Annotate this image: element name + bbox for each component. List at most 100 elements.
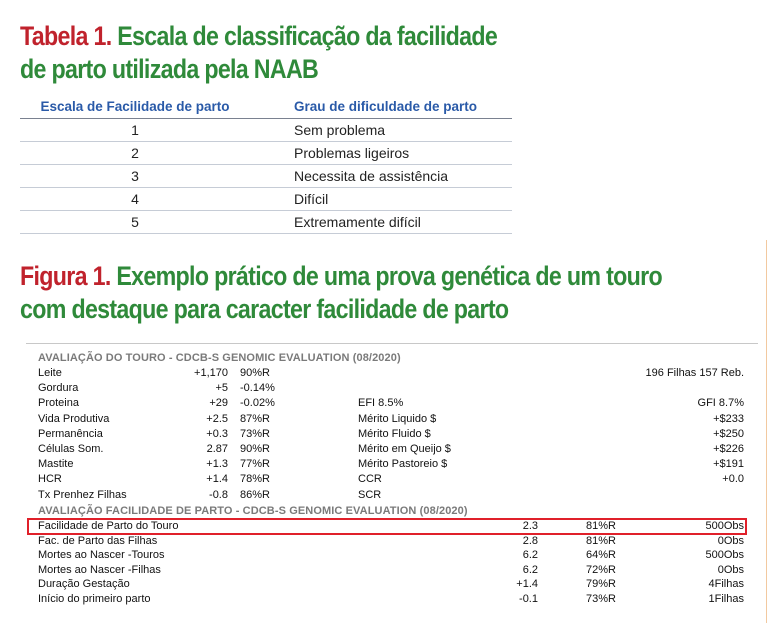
calving-trait-value: 2.8 <box>522 534 538 547</box>
table1-cell-scale: 2 <box>131 145 139 161</box>
table1-header-row: Escala de Facilidade de parto Grau de di… <box>20 94 512 119</box>
table1-cell-degree: Difícil <box>294 191 329 207</box>
table1-cell-degree: Problemas ligeiros <box>294 145 410 161</box>
calving-trait-observations: 4Filhas <box>708 578 744 591</box>
trait-reliability: 87%R <box>240 412 270 425</box>
table1-cell-degree: Extremamente difícil <box>294 214 421 230</box>
calving-trait-name: Mortes ao Nascer -Touros <box>38 549 165 562</box>
calving-trait-reliability: 81%R <box>586 534 616 547</box>
calving-trait-observations: 0Obs <box>717 563 744 576</box>
trait-reliability: -0.02% <box>240 397 275 410</box>
figure1-heading: Figura 1. Exemplo prático de uma prova g… <box>20 260 663 326</box>
trait-name: Mastite <box>38 458 74 471</box>
trait-value: -0.8 <box>209 488 228 501</box>
panel-top-divider <box>26 343 758 344</box>
table1-col-degree: Grau de dificuldade de parto <box>294 98 478 114</box>
calving-trait-reliability: 72%R <box>586 563 616 576</box>
table1-cell-degree: Necessita de assistência <box>294 168 449 184</box>
table-row: Fac. de Parto das Filhas 2.8 81%R 0Obs <box>26 535 758 549</box>
figure1-heading-line2: com destaque para caracter facilidade de… <box>20 294 509 324</box>
calving-trait-name: Início do primeiro parto <box>38 593 151 605</box>
table-row: Gordura +5 -0.14% <box>26 382 758 396</box>
calving-trait-reliability: 73%R <box>586 593 616 605</box>
calving-trait-value: 6.2 <box>522 563 538 576</box>
table1-cell-scale: 3 <box>131 168 139 184</box>
trait-name: Tx Prenhez Filhas <box>38 488 127 501</box>
table1-heading: Tabela 1. Escala de classificação da fac… <box>20 20 498 86</box>
calving-trait-value: +1.4 <box>516 578 538 591</box>
index-value: +0.0 <box>722 473 744 486</box>
table1-cell-scale: 4 <box>131 191 139 207</box>
table-row: Tx Prenhez Filhas -0.8 86%R SCR <box>26 489 758 503</box>
trait-value: 2.87 <box>206 443 228 455</box>
table-row: Mortes ao Nascer -Touros 6.2 64%R 500Obs <box>26 549 758 563</box>
figure1-heading-line1: Exemplo prático de uma prova genética de… <box>116 261 662 291</box>
trait-reliability: 78%R <box>240 473 270 486</box>
index-value: 196 Filhas 157 Reb. <box>645 367 744 379</box>
trait-reliability: 90%R <box>240 367 270 379</box>
trait-reliability: -0.14% <box>240 382 275 395</box>
index-value: +$191 <box>713 458 744 471</box>
trait-value: +2.5 <box>206 412 228 425</box>
section1-title: AVALIAÇÃO DO TOURO - CDCB-S GENOMIC EVAL… <box>38 352 401 364</box>
table1-heading-label: Tabela 1. <box>20 21 112 51</box>
trait-value: +29 <box>209 397 228 410</box>
index-name: Mérito Fluido $ <box>358 427 431 440</box>
index-name: SCR <box>358 488 382 501</box>
figure1-evaluation-panel: AVALIAÇÃO DO TOURO - CDCB-S GENOMIC EVAL… <box>26 343 758 613</box>
table-row: Permanência +0.3 73%R Mérito Fluido $ +$250 <box>26 428 758 442</box>
table-row: Células Som. 2.87 90%R Mérito em Queijo $ +$… <box>26 443 758 457</box>
index-name: EFI 8.5% <box>358 397 404 410</box>
table-row: Leite +1,170 90%R 196 Filhas 157 Reb. <box>26 367 758 381</box>
table-row: 5 Extremamente difícil <box>20 211 512 234</box>
table-row: Mastite +1.3 77%R Mérito Pastoreio $ +$191 <box>26 458 758 472</box>
table-row: Início do primeiro parto -0.1 73%R 1Filhas <box>26 593 758 607</box>
trait-value: +5 <box>215 382 228 395</box>
index-value: +$233 <box>713 412 744 425</box>
table-row: Vida Produtiva +2.5 87%R Mérito Liquido $ +$… <box>26 413 758 427</box>
index-name: CCR <box>358 473 382 486</box>
calving-trait-observations: 500Obs <box>705 549 744 562</box>
trait-value: +1,170 <box>194 367 228 379</box>
trait-name: Permanência <box>38 427 103 440</box>
trait-value: +1.4 <box>206 473 228 486</box>
table-row: 4 Difícil <box>20 188 512 211</box>
trait-name: Vida Produtiva <box>38 412 110 425</box>
table1-col-scale: Escala de Facilidade de parto <box>40 98 230 114</box>
calving-trait-name: Fac. de Parto das Filhas <box>38 534 158 547</box>
index-value: +$226 <box>713 443 744 455</box>
table-row: HCR +1.4 78%R CCR +0.0 <box>26 473 758 487</box>
figure1-heading-label: Figura 1. <box>20 261 111 291</box>
trait-name: HCR <box>38 473 62 486</box>
table1-body: 1 Sem problema 2 Problemas ligeiros 3 Necessi… <box>20 119 512 234</box>
table-row: Mortes ao Nascer -Filhas 6.2 72%R 0Obs <box>26 564 758 578</box>
calving-trait-value: -0.1 <box>519 593 538 605</box>
trait-reliability: 73%R <box>240 427 270 440</box>
table1-cell-scale: 5 <box>131 214 139 230</box>
calving-trait-value: 6.2 <box>522 549 538 562</box>
calving-trait-name: Mortes ao Nascer -Filhas <box>38 563 161 576</box>
calving-trait-name: Duração Gestação <box>38 578 130 591</box>
trait-value: +1.3 <box>206 458 228 471</box>
page-edge-line <box>766 240 767 623</box>
trait-reliability: 90%R <box>240 443 270 455</box>
trait-name: Leite <box>38 367 62 379</box>
index-value: GFI 8.7% <box>697 397 744 410</box>
table-row: 1 Sem problema <box>20 119 512 142</box>
index-name: Mérito Pastoreio $ <box>358 458 448 471</box>
table-row: 2 Problemas ligeiros <box>20 142 512 165</box>
table1: Escala de Facilidade de parto Grau de di… <box>20 94 512 234</box>
highlight-box <box>27 518 747 535</box>
calving-trait-reliability: 79%R <box>586 578 616 591</box>
calving-trait-observations: 0Obs <box>717 534 744 547</box>
table-row: 3 Necessita de assistência <box>20 165 512 188</box>
table-row: Duração Gestação +1.4 79%R 4Filhas <box>26 578 758 592</box>
section2-title: AVALIAÇÃO FACILIDADE DE PARTO - CDCB-S G… <box>38 505 468 517</box>
trait-value: +0.3 <box>206 427 228 440</box>
table1-cell-degree: Sem problema <box>294 122 386 138</box>
table1-cell-scale: 1 <box>131 122 139 138</box>
calving-trait-reliability: 64%R <box>586 549 616 562</box>
index-name: Mérito em Queijo $ <box>358 443 451 455</box>
calving-trait-observations: 1Filhas <box>708 593 744 605</box>
trait-name: Proteina <box>38 397 79 410</box>
